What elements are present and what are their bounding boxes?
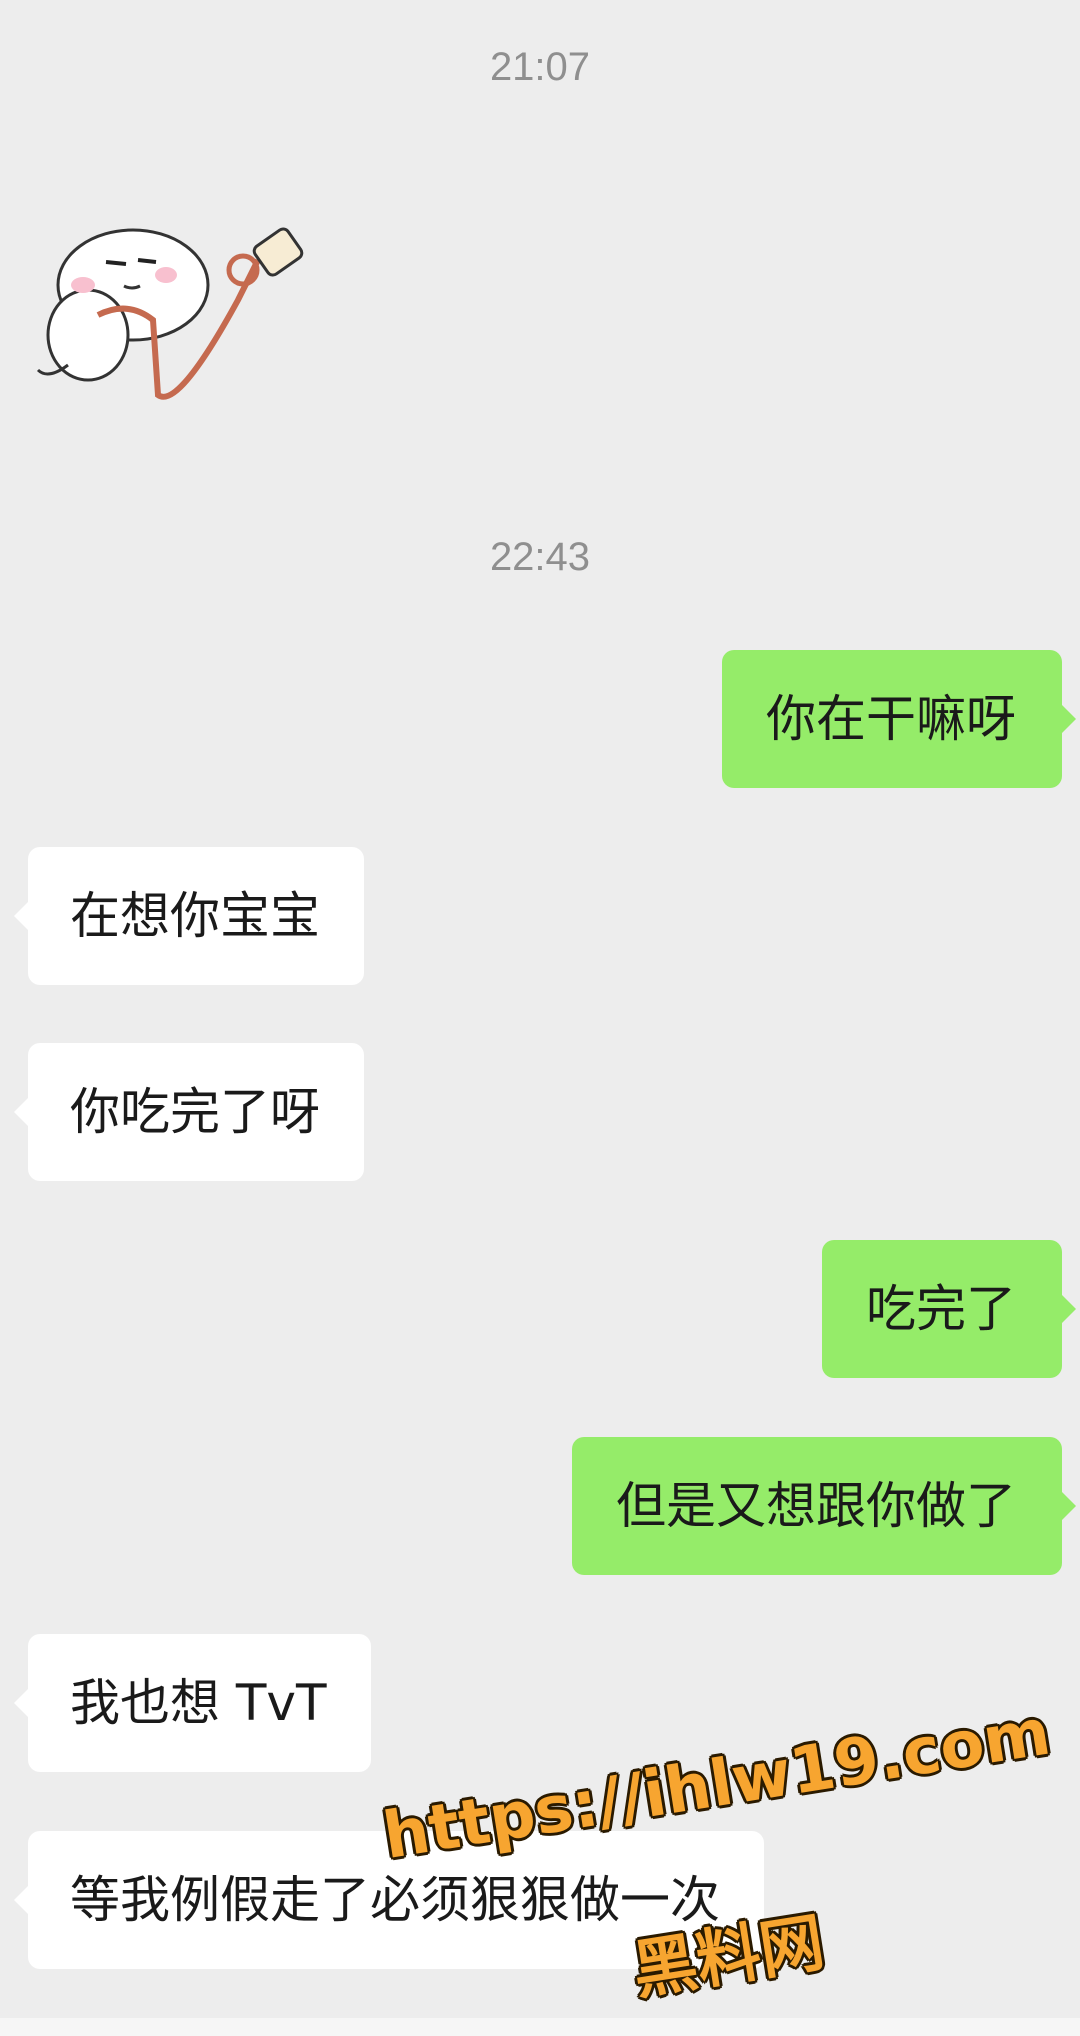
puppy-with-leash-sticker-icon[interactable] <box>28 220 328 415</box>
timestamp-2: 22:43 <box>489 535 591 579</box>
bottom-edge <box>0 2018 1080 2036</box>
message-bubble-sent[interactable]: 你在干嘛呀 <box>722 650 1076 788</box>
message-bubble-received[interactable]: 我也想 TvT <box>14 1634 371 1772</box>
timestamp-1: 21:07 <box>489 45 591 89</box>
message-bubble-sent[interactable]: 吃完了 <box>822 1240 1076 1378</box>
message-bubble-received[interactable]: 在想你宝宝 <box>14 847 364 985</box>
message-bubble-received[interactable]: 等我例假走了必须狠狠做一次 <box>14 1831 764 1969</box>
message-bubble-received[interactable]: 你吃完了呀 <box>14 1043 364 1181</box>
message-bubble-sent[interactable]: 但是又想跟你做了 <box>572 1437 1076 1575</box>
